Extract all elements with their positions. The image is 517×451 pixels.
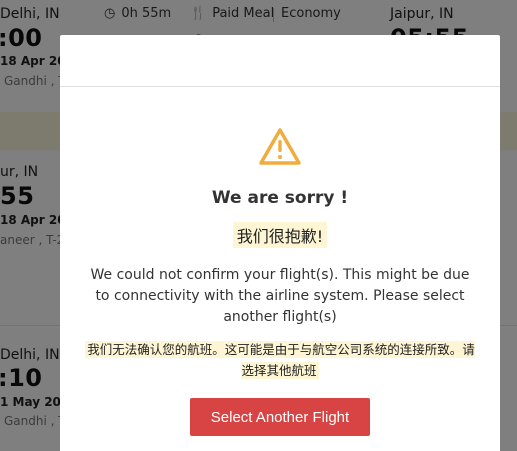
modal-title-translation-wrap: 我们很抱歉! — [60, 222, 500, 248]
modal-title-translation: 我们很抱歉! — [232, 222, 328, 248]
modal-header — [60, 35, 500, 87]
modal-message-translation: 我们无法确认您的航班。这可能是由于与航空公司系统的连接所致。请选择其他航班 — [85, 341, 475, 379]
error-modal: We are sorry ! 我们很抱歉! We could not confi… — [60, 35, 500, 451]
select-another-flight-button[interactable]: Select Another Flight — [190, 398, 370, 436]
warning-icon — [258, 127, 302, 167]
modal-title: We are sorry ! — [211, 188, 349, 208]
modal-message-translation-wrap: 我们无法确认您的航班。这可能是由于与航空公司系统的连接所致。请选择其他航班 — [80, 339, 480, 381]
modal-message: We could not confirm your flight(s). Thi… — [90, 267, 470, 325]
